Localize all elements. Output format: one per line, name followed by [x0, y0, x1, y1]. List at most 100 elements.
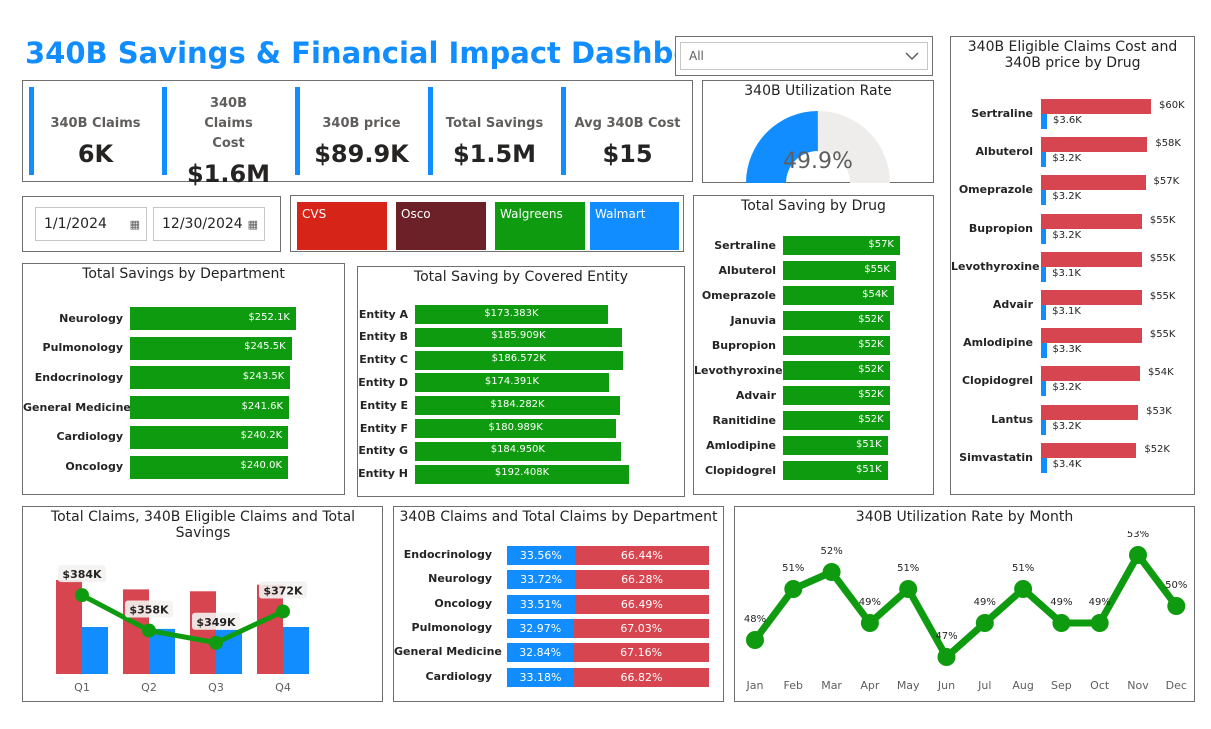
- category-label: Advair: [992, 298, 1033, 311]
- start-date-input[interactable]: 1/1/2024 ▦: [35, 207, 147, 241]
- data-label: $241.6K: [241, 400, 284, 412]
- data-label: $3.2K: [1052, 420, 1082, 432]
- category-label: Pulmonology: [411, 620, 492, 634]
- end-date-input[interactable]: 12/30/2024 ▦: [153, 207, 265, 241]
- data-label: $52K: [1144, 443, 1170, 455]
- x-tick-label: Jun: [937, 679, 955, 692]
- pharmacy-button-osco[interactable]: Osco: [396, 202, 486, 250]
- chart-title: Total Saving by Covered Entity: [413, 269, 629, 285]
- kpi-label: 340B Claims Cost: [204, 96, 253, 151]
- data-label: $180.989K: [488, 421, 543, 433]
- data-label: $55K: [1149, 252, 1176, 264]
- data-label: 66.28%: [621, 573, 664, 587]
- bar-340b-price: [1041, 190, 1047, 206]
- kpi-label: 340B Claims: [50, 116, 141, 131]
- kpi-panel: 340B Claims 6K 340B Claims Cost $1.6M 34…: [22, 80, 693, 188]
- line-point: [276, 604, 290, 619]
- data-label: $52K: [858, 388, 884, 400]
- end-date-value: 12/30/2024: [162, 216, 243, 232]
- category-label: Simvastatin: [959, 450, 1033, 464]
- data-label: 66.44%: [620, 549, 663, 562]
- data-label: $3.4K: [1052, 458, 1082, 470]
- category-label: Levothyroxine: [951, 259, 1040, 273]
- kpi-label: Total Savings: [445, 116, 544, 131]
- data-label: $185.909K: [491, 330, 546, 342]
- pharmacy-button-walmart[interactable]: Walmart: [590, 202, 679, 250]
- data-label: $3.1K: [1052, 267, 1081, 279]
- bar-340b-price: [1041, 228, 1047, 244]
- category-label: Entity C: [359, 353, 408, 367]
- data-label: 49%: [974, 597, 996, 608]
- bar-eligible-cost: [1041, 442, 1137, 458]
- line-point: [746, 631, 764, 649]
- x-tick-label: Q1: [74, 681, 90, 694]
- category-label: Entity E: [359, 398, 408, 412]
- data-label: $384K: [62, 568, 102, 581]
- data-label: 52%: [820, 546, 842, 557]
- date-range-slicer: 1/1/2024 ▦ 12/30/2024 ▦: [22, 196, 281, 252]
- category-label: Sertraline: [971, 107, 1033, 120]
- data-label: $252.1K: [248, 311, 290, 323]
- category-label: Levothyroxine: [694, 363, 783, 377]
- x-tick-label: Dec: [1166, 679, 1187, 692]
- kpi-value: 6K: [77, 140, 114, 168]
- data-label: 32.97%: [519, 621, 562, 635]
- data-label: 67.03%: [620, 621, 663, 635]
- category-label: Sertraline: [714, 238, 776, 252]
- gauge-title: 340B Utilization Rate: [744, 83, 892, 99]
- data-label: $54K: [862, 288, 888, 300]
- category-label: General Medicine: [23, 400, 131, 414]
- bar-340b-price: [1041, 419, 1047, 435]
- dropdown-inner: All: [680, 42, 928, 70]
- category-label: Entity H: [358, 467, 408, 481]
- data-label: 49%: [1089, 597, 1111, 608]
- eligible-cost-vs-price-chart: 340B Eligible Claims Cost and 340B price…: [950, 36, 1195, 495]
- category-label: Entity F: [359, 421, 408, 435]
- line-point: [209, 635, 223, 650]
- chart-title: Total Claims, 340B Eligible Claims and T…: [50, 509, 356, 541]
- filter-dropdown[interactable]: All: [675, 36, 933, 76]
- x-tick-label: Oct: [1090, 679, 1110, 692]
- category-label: Endocrinology: [34, 370, 123, 384]
- calendar-icon[interactable]: ▦: [130, 218, 140, 231]
- chart-title: 340B Claims and Total Claims by Departme…: [399, 509, 718, 525]
- pharmacy-button-cvs[interactable]: CVS: [297, 202, 387, 250]
- x-tick-label: Q3: [208, 681, 224, 694]
- data-label: 33.51%: [519, 597, 562, 611]
- data-label: $57K: [1153, 176, 1180, 188]
- data-label: $184.282K: [490, 398, 545, 410]
- line-point: [899, 580, 918, 598]
- category-label: Endocrinology: [403, 548, 492, 561]
- data-label: 33.56%: [519, 549, 562, 562]
- line-point: [860, 614, 879, 632]
- line-point: [1090, 614, 1109, 632]
- category-label: Albuterol: [975, 145, 1033, 159]
- category-label: Entity B: [358, 330, 408, 344]
- utilization-line: [752, 551, 1180, 661]
- data-label: 49%: [859, 597, 881, 608]
- data-label: $192.408K: [494, 467, 550, 479]
- chart-title: Total Savings by Department: [82, 266, 285, 282]
- kpi-value: $1.5M: [452, 140, 537, 168]
- category-label: Amlodipine: [706, 438, 776, 452]
- category-label: Clopidogrel: [961, 374, 1033, 388]
- data-label: $51K: [856, 463, 882, 475]
- data-label: $184.950K: [490, 444, 545, 456]
- data-label: 51%: [782, 563, 804, 574]
- calendar-icon[interactable]: ▦: [248, 218, 258, 231]
- category-label: Januvia: [730, 313, 776, 327]
- utilization-by-month-chart: 340B Utilization Rate by Month 48% Jan 51%…: [734, 506, 1195, 702]
- bar-eligible-cost: [1041, 213, 1142, 229]
- x-tick-label: Q2: [141, 681, 157, 694]
- pharmacy-button-walgreens[interactable]: Walgreens: [495, 202, 585, 250]
- kpi-label: 340B price: [322, 116, 401, 131]
- data-label: 47%: [935, 631, 957, 642]
- bar-eligible-cost: [1041, 99, 1151, 114]
- data-label: 51%: [897, 563, 919, 574]
- category-label: Neurology: [59, 311, 123, 325]
- data-label: $60K: [1159, 100, 1185, 111]
- data-label: $57K: [868, 238, 894, 250]
- category-label: Albuterol: [718, 263, 776, 277]
- utilization-gauge-panel: 340B Utilization Rate 49.9%: [702, 80, 934, 183]
- page-title: 340B Savings & Financial Impact Dashboar…: [25, 36, 748, 70]
